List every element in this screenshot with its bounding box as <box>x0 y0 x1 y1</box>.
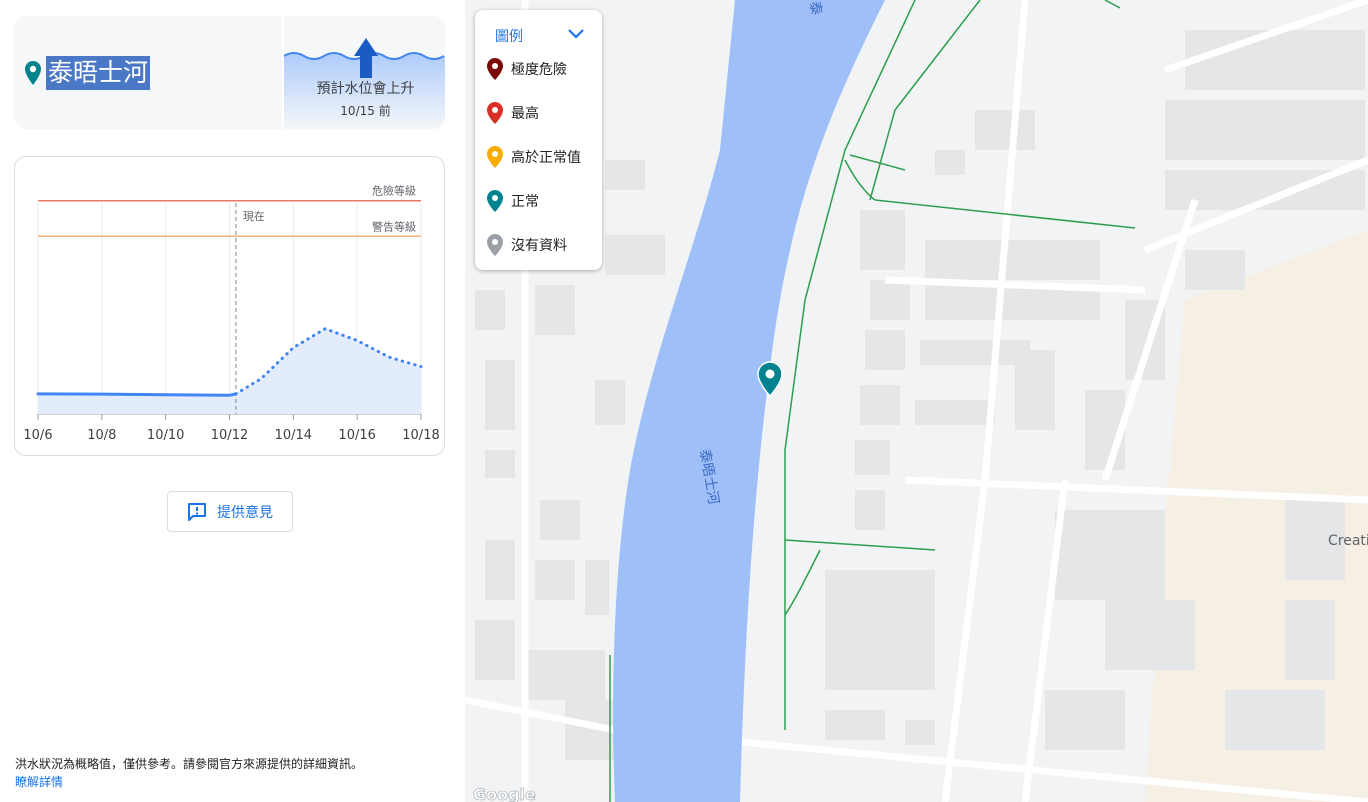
forecast-date: 10/15 前 <box>340 104 391 118</box>
river-name: 泰晤士河 <box>46 56 151 90</box>
left-panel: 泰晤士河 預計水位會上升 10/15 前 10/6 10/8 10/10 10/12 1… <box>0 0 465 802</box>
feedback-icon <box>188 502 206 521</box>
x-tick-label: 10/18 <box>402 428 439 443</box>
legend-item-extreme: 極度危險 <box>487 57 567 81</box>
river-title: 泰晤士河 <box>24 56 151 90</box>
map-legend: 圖例 極度危險 最高 高於正常值 正常 沒有資料 <box>475 10 602 270</box>
legend-label: 正常 <box>511 194 539 210</box>
legend-item-normal: 正常 <box>487 189 539 213</box>
legend-label: 最高 <box>511 106 539 122</box>
learn-more-link[interactable]: 瞭解詳情 <box>15 773 63 790</box>
legend-item-above-normal: 高於正常值 <box>487 145 581 169</box>
feedback-label: 提供意見 <box>217 504 273 521</box>
forecast-label: 預計水位會上升 <box>316 81 415 97</box>
water-level-chart: 10/6 10/8 10/10 10/12 10/14 10/16 10/18 危險等級警告等… <box>14 156 445 456</box>
now-label: 現在 <box>243 210 265 223</box>
legend-label: 沒有資料 <box>511 238 567 254</box>
warning-level-label: 警告等級 <box>372 219 416 233</box>
water-level-forecast: 預計水位會上升 10/15 前 <box>282 16 445 129</box>
river-header-card: 泰晤士河 預計水位會上升 10/15 前 <box>14 16 445 129</box>
pin-extreme-icon <box>487 58 503 80</box>
observed-line <box>36 392 238 397</box>
legend-item-no-data: 沒有資料 <box>487 233 567 257</box>
x-tick-label: 10/16 <box>338 428 375 443</box>
legend-label: 極度危險 <box>511 62 567 78</box>
pin-no-data-icon <box>487 234 503 256</box>
x-tick-label: 10/14 <box>275 428 312 443</box>
pin-highest-icon <box>487 102 503 124</box>
danger-level-label: 危險等級 <box>372 184 416 198</box>
x-tick-label: 10/10 <box>147 428 184 443</box>
location-pin-icon <box>25 61 41 85</box>
chart-svg: 10/6 10/8 10/10 10/12 10/14 10/16 10/18 危險等級警告等… <box>23 184 439 443</box>
place-label: Creati <box>1328 533 1368 549</box>
chevron-down-icon[interactable] <box>567 28 585 40</box>
legend-item-highest: 最高 <box>487 101 539 125</box>
disclaimer-text: 洪水狀況為概略值，僅供參考。請參閱官方來源提供的詳細資訊。 <box>15 757 364 771</box>
pin-above-normal-icon <box>487 146 503 168</box>
x-tick-label: 10/8 <box>87 428 116 443</box>
x-tick-label: 10/12 <box>211 428 248 443</box>
legend-title: 圖例 <box>495 29 523 45</box>
x-tick-label: 10/6 <box>23 428 52 443</box>
legend-label: 高於正常值 <box>511 150 581 166</box>
pin-normal-icon <box>487 190 503 212</box>
google-attribution: Google <box>473 785 536 802</box>
feedback-button[interactable]: 提供意見 <box>167 491 293 532</box>
river-label-top: 泰 <box>806 0 824 16</box>
